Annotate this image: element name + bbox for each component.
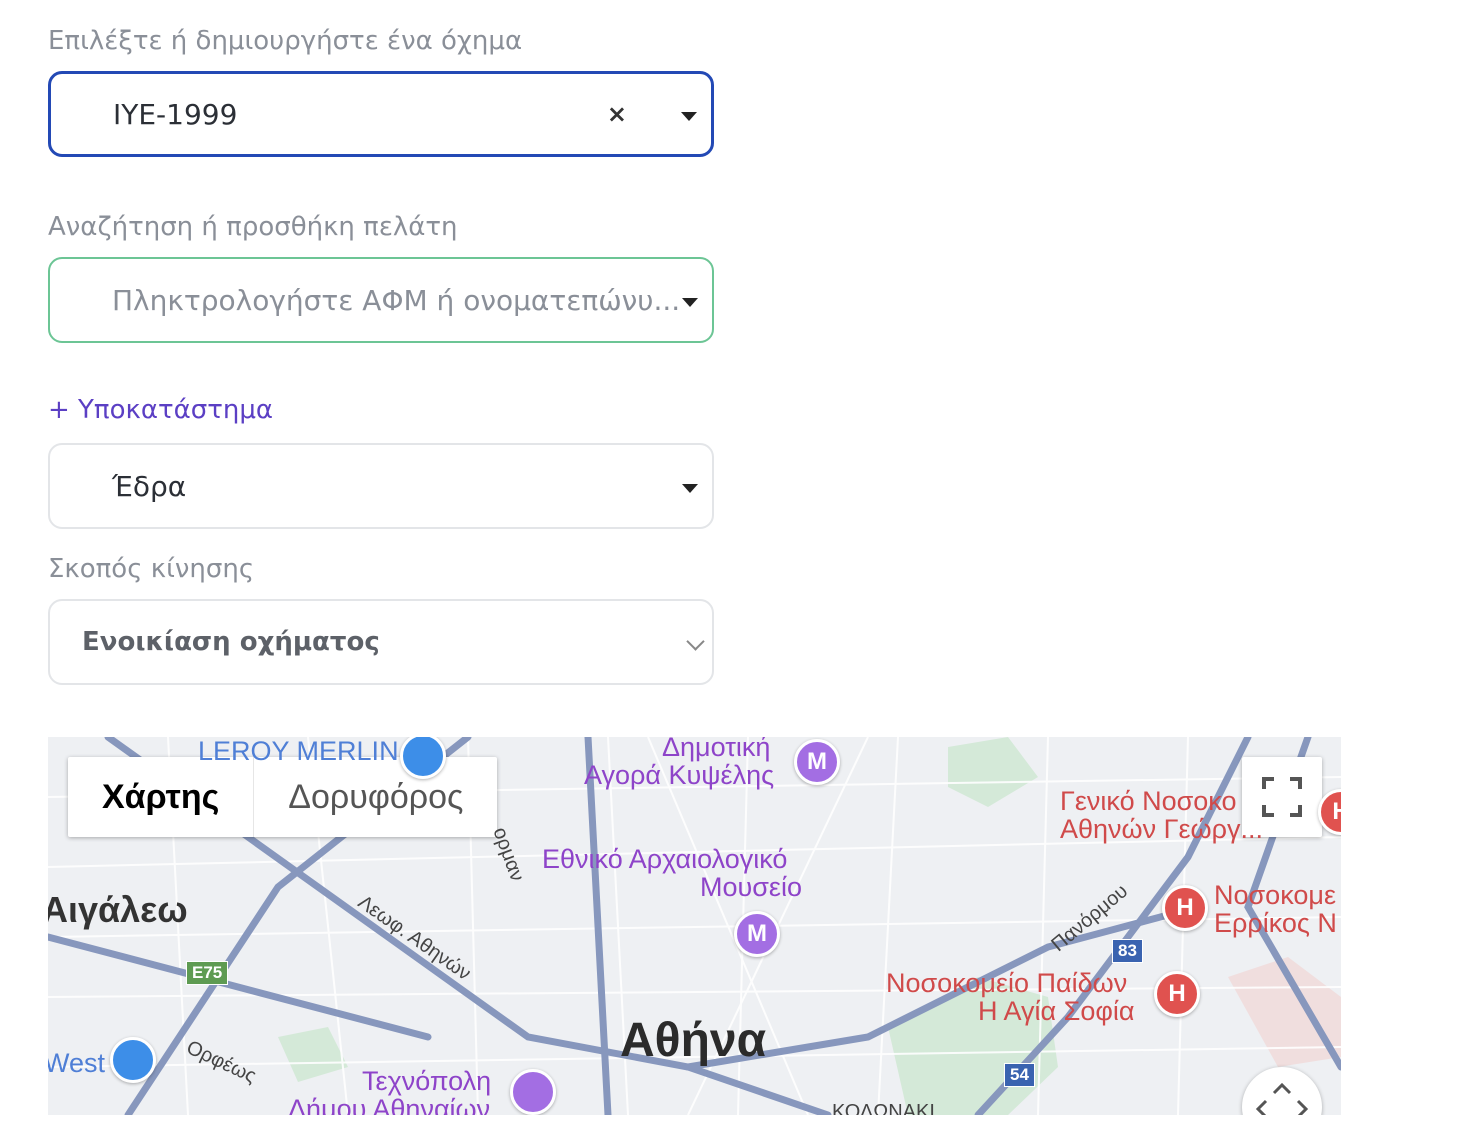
vehicle-label: Επιλέξτε ή δημιουργήστε ένα όχημα xyxy=(48,26,523,56)
area-aigaleo: Αιγάλεω xyxy=(48,889,188,930)
poi-museum-line2[interactable]: Μουσείο xyxy=(700,873,802,902)
caret-down-icon[interactable] xyxy=(682,298,698,307)
customer-label: Αναζήτηση ή προσθήκη πελάτη xyxy=(48,212,458,242)
hospital-icon[interactable]: H xyxy=(1154,971,1200,1017)
art-icon[interactable] xyxy=(510,1069,556,1115)
route-shield-54: 54 xyxy=(1004,1063,1035,1087)
chevron-down-icon[interactable] xyxy=(686,632,705,651)
poi-west[interactable]: West xyxy=(48,1049,105,1078)
purpose-select[interactable]: Ενοικίαση οχήματος xyxy=(48,599,714,685)
city-athina: Αθήνα xyxy=(620,1014,767,1067)
add-branch-link[interactable]: + Υποκατάστημα xyxy=(48,395,273,425)
poi-general-hospital-line1[interactable]: Γενικό Νοσοκο xyxy=(1060,787,1236,816)
customer-placeholder: Πληκτρολογήστε ΑΦΜ ή ονοματεπώνυ... xyxy=(112,283,681,317)
shopping-bag-icon[interactable] xyxy=(110,1037,156,1083)
poi-errikos-line1[interactable]: Νοσοκομε xyxy=(1214,881,1336,910)
poi-errikos-line2[interactable]: Ερρίκος Ν xyxy=(1214,909,1337,938)
poi-agora-line2[interactable]: Αγορά Κυψέλης xyxy=(584,761,774,790)
vehicle-select[interactable]: ΙΥΕ-1999 × xyxy=(48,71,714,157)
branch-value: Έδρα xyxy=(112,469,187,503)
poi-technopolis-line1[interactable]: Τεχνόπολη xyxy=(362,1067,491,1096)
poi-general-hospital-line2[interactable]: Αθηνών Γεώργ... xyxy=(1060,815,1263,844)
poi-agora-line1[interactable]: Δημοτική xyxy=(662,737,770,761)
park-area xyxy=(948,737,1038,807)
route-shield-e75: E75 xyxy=(186,961,229,985)
move-arrows-icon xyxy=(1255,1082,1309,1115)
poi-museum-line1[interactable]: Εθνικό Αρχαιολογικό xyxy=(542,845,787,874)
branch-select[interactable]: Έδρα xyxy=(48,443,714,529)
route-shield-83: 83 xyxy=(1112,939,1143,963)
poi-technopolis-line2[interactable]: Δήμου Αθηναίων xyxy=(288,1095,490,1115)
caret-down-icon[interactable] xyxy=(682,484,698,493)
museum-icon[interactable]: M xyxy=(794,739,840,785)
customer-search-input[interactable]: Πληκτρολογήστε ΑΦΜ ή ονοματεπώνυ... xyxy=(48,257,714,343)
poi-children-hospital-line1[interactable]: Νοσοκομείο Παίδων xyxy=(886,969,1127,998)
map-type-satellite-button[interactable]: Δορυφόρος xyxy=(254,757,497,837)
poi-leroy-merlin[interactable]: LEROY MERLIN xyxy=(198,737,399,765)
area-kolonaki: ΚΟΛΩΝΑΚΙ xyxy=(832,1101,935,1115)
purpose-value: Ενοικίαση οχήματος xyxy=(82,627,380,657)
camera-control-button[interactable] xyxy=(1242,1067,1322,1115)
caret-down-icon[interactable] xyxy=(681,112,697,121)
clear-icon[interactable]: × xyxy=(607,74,627,154)
park-area xyxy=(278,1027,348,1082)
hospital-icon[interactable]: H xyxy=(1162,885,1208,931)
map-type-map-button[interactable]: Χάρτης xyxy=(68,757,255,837)
museum-icon[interactable]: M xyxy=(734,911,780,957)
vehicle-value: ΙΥΕ-1999 xyxy=(113,97,238,131)
purpose-label: Σκοπός κίνησης xyxy=(48,554,255,584)
poi-children-hospital-line2[interactable]: Η Αγία Σοφία xyxy=(978,997,1134,1026)
map[interactable]: Χάρτης Δορυφόρος LEROY MERLIN Δημοτική Α… xyxy=(48,737,1341,1115)
